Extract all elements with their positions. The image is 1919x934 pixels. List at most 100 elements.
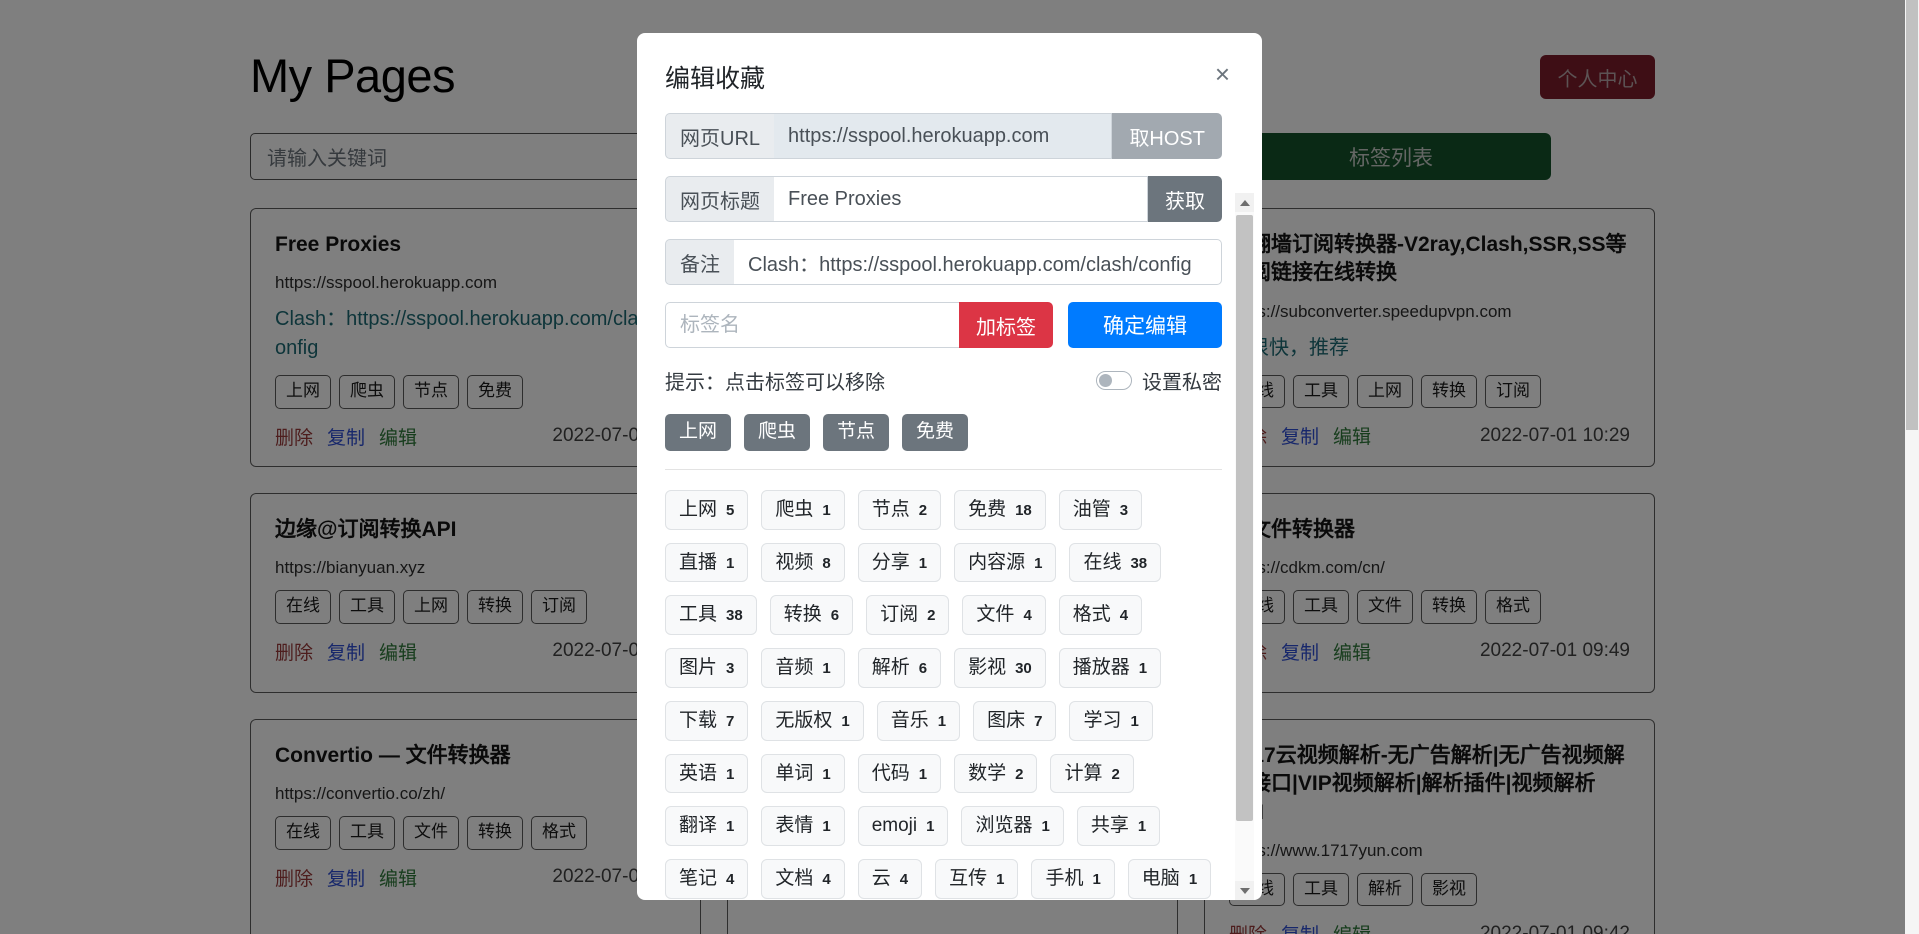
tag-option-label: 云 — [871, 868, 891, 890]
title-input[interactable] — [774, 176, 1148, 222]
add-tag-button[interactable]: 加标签 — [959, 302, 1053, 348]
tag-option[interactable]: 工具 38 — [665, 595, 757, 636]
tag-option[interactable]: 上网 5 — [665, 489, 749, 530]
tag-option[interactable]: 直播 1 — [665, 542, 749, 583]
tag-option[interactable]: 数学 2 — [954, 753, 1038, 794]
tag-option-count: 2 — [1015, 765, 1024, 783]
selected-tag[interactable]: 上网 — [665, 414, 732, 451]
tag-option[interactable]: 共享 1 — [1076, 806, 1161, 847]
close-icon[interactable]: × — [1211, 59, 1234, 89]
tag-option-count: 8 — [822, 554, 831, 572]
tag-option[interactable]: 分享 1 — [857, 542, 942, 583]
tag-option[interactable]: 下载 7 — [665, 700, 749, 741]
tag-option[interactable]: 文档 4 — [761, 859, 845, 899]
private-switch-wrap: 设置私密 — [1096, 366, 1222, 395]
tag-option-count: 3 — [1119, 501, 1129, 519]
tag-option-label: 油管 — [1072, 498, 1111, 520]
tag-option-count: 1 — [1041, 818, 1050, 836]
tag-option-label: 在线 — [1083, 551, 1122, 573]
fetch-title-button[interactable]: 获取 — [1148, 176, 1222, 222]
tag-option[interactable]: 英语 1 — [665, 753, 749, 794]
tag-option-label: 转换 — [783, 604, 822, 626]
tag-option[interactable]: 笔记 4 — [665, 859, 749, 899]
tag-option-count: 2 — [918, 501, 928, 519]
confirm-edit-button[interactable]: 确定编辑 — [1068, 302, 1222, 348]
tag-option[interactable]: 格式 4 — [1058, 595, 1143, 636]
scroll-up-button[interactable] — [1235, 193, 1254, 212]
tag-option[interactable]: 电脑 1 — [1127, 859, 1212, 899]
tag-option-count: 38 — [1130, 554, 1148, 572]
tag-option[interactable]: 订阅 2 — [866, 595, 950, 636]
tag-option-count: 1 — [822, 660, 831, 678]
page-scrollbar-thumb[interactable] — [1906, 0, 1918, 430]
tag-option-label: 学习 — [1083, 709, 1122, 731]
url-input[interactable] — [774, 113, 1113, 159]
tag-option[interactable]: 计算 2 — [1050, 753, 1134, 794]
tag-option-label: 免费 — [968, 498, 1007, 520]
selected-tag[interactable]: 节点 — [823, 414, 890, 451]
tag-option[interactable]: 内容源 1 — [954, 542, 1057, 583]
tag-option[interactable]: 爬虫 1 — [761, 489, 845, 530]
tag-option[interactable]: 浏览器 1 — [961, 806, 1064, 847]
tag-option[interactable]: 手机 1 — [1031, 859, 1115, 899]
tag-option-label: 爬虫 — [775, 498, 814, 520]
get-host-button[interactable]: 取HOST — [1112, 113, 1222, 159]
tag-option[interactable]: 音频 1 — [761, 648, 845, 688]
tag-option[interactable]: 音乐 1 — [876, 700, 961, 741]
tag-option-label: 播放器 — [1072, 657, 1130, 679]
tag-option-label: 解析 — [871, 657, 910, 679]
private-toggle[interactable] — [1096, 370, 1132, 390]
tag-option[interactable]: 节点 2 — [857, 489, 942, 530]
tag-option-count: 5 — [726, 501, 735, 519]
tag-option[interactable]: 图片 3 — [665, 648, 749, 688]
modal-scrollbar[interactable] — [1235, 193, 1254, 900]
tag-option-count: 1 — [996, 871, 1005, 889]
tag-option[interactable]: 表情 1 — [761, 806, 845, 847]
tag-name-input[interactable] — [665, 302, 959, 348]
remove-tag-hint: 提示：点击标签可以移除 — [665, 371, 885, 394]
note-input[interactable] — [734, 239, 1222, 285]
scroll-down-button[interactable] — [1235, 881, 1254, 900]
tag-option-count: 1 — [1188, 871, 1198, 889]
tag-option-label: 英语 — [679, 762, 718, 784]
tag-option[interactable]: 无版权 1 — [761, 700, 864, 741]
tag-option[interactable]: 云4 — [857, 859, 923, 899]
tag-option[interactable]: 转换 6 — [769, 595, 854, 636]
tag-option[interactable]: 解析 6 — [857, 648, 942, 688]
all-tags-list: 上网 5 爬虫 1 节点 2 免费 18 油管 3 直播 1 视频 8 分享 1 内容源 1 在线 38 工具 38 转换 6… — [665, 489, 1222, 900]
tag-option-count: 38 — [726, 607, 743, 625]
tag-option[interactable]: 免费 18 — [954, 489, 1046, 530]
scrollbar-thumb[interactable] — [1236, 215, 1253, 821]
tag-option-label: 工具 — [679, 604, 718, 626]
tag-option[interactable]: 学习 1 — [1069, 700, 1153, 741]
tag-option-label: 手机 — [1045, 868, 1084, 890]
tag-option-count: 3 — [726, 660, 735, 678]
tag-option-count: 7 — [1034, 712, 1043, 730]
tag-option[interactable]: 单词 1 — [761, 753, 845, 794]
tag-option-count: 1 — [1034, 554, 1043, 572]
tag-option[interactable]: 播放器 1 — [1058, 648, 1162, 688]
tag-option-count: 1 — [918, 554, 928, 572]
selected-tag[interactable]: 免费 — [902, 414, 969, 451]
tag-option[interactable]: 影视 30 — [954, 648, 1046, 688]
selected-tag[interactable]: 爬虫 — [744, 414, 811, 451]
tag-option-label: 分享 — [871, 551, 910, 573]
tag-option[interactable]: 视频 8 — [761, 542, 845, 583]
tag-option[interactable]: 油管 3 — [1058, 489, 1143, 530]
tag-option[interactable]: 在线 38 — [1069, 542, 1162, 583]
private-label: 设置私密 — [1142, 371, 1222, 394]
tag-option[interactable]: 代码 1 — [857, 753, 942, 794]
tag-option-label: 格式 — [1072, 604, 1111, 626]
tag-option-label: 文件 — [976, 604, 1015, 626]
tag-option[interactable]: 翻译 1 — [665, 806, 749, 847]
tag-option[interactable]: 图床 7 — [973, 700, 1057, 741]
page-scrollbar[interactable] — [1905, 0, 1919, 934]
tag-option-count: 18 — [1015, 501, 1032, 519]
modal-scroll-area: 网页URL 取HOST 网页标题 获取 备注 加标签 确 — [665, 113, 1234, 900]
toggle-knob-icon — [1099, 373, 1112, 387]
tag-option[interactable]: 文件 4 — [962, 595, 1046, 636]
modal-header: 编辑收藏 × — [637, 33, 1262, 113]
tag-option[interactable]: 互传 1 — [935, 859, 1019, 899]
tag-option[interactable]: emoji 1 — [857, 806, 949, 847]
tag-option-label: 音频 — [775, 657, 814, 679]
